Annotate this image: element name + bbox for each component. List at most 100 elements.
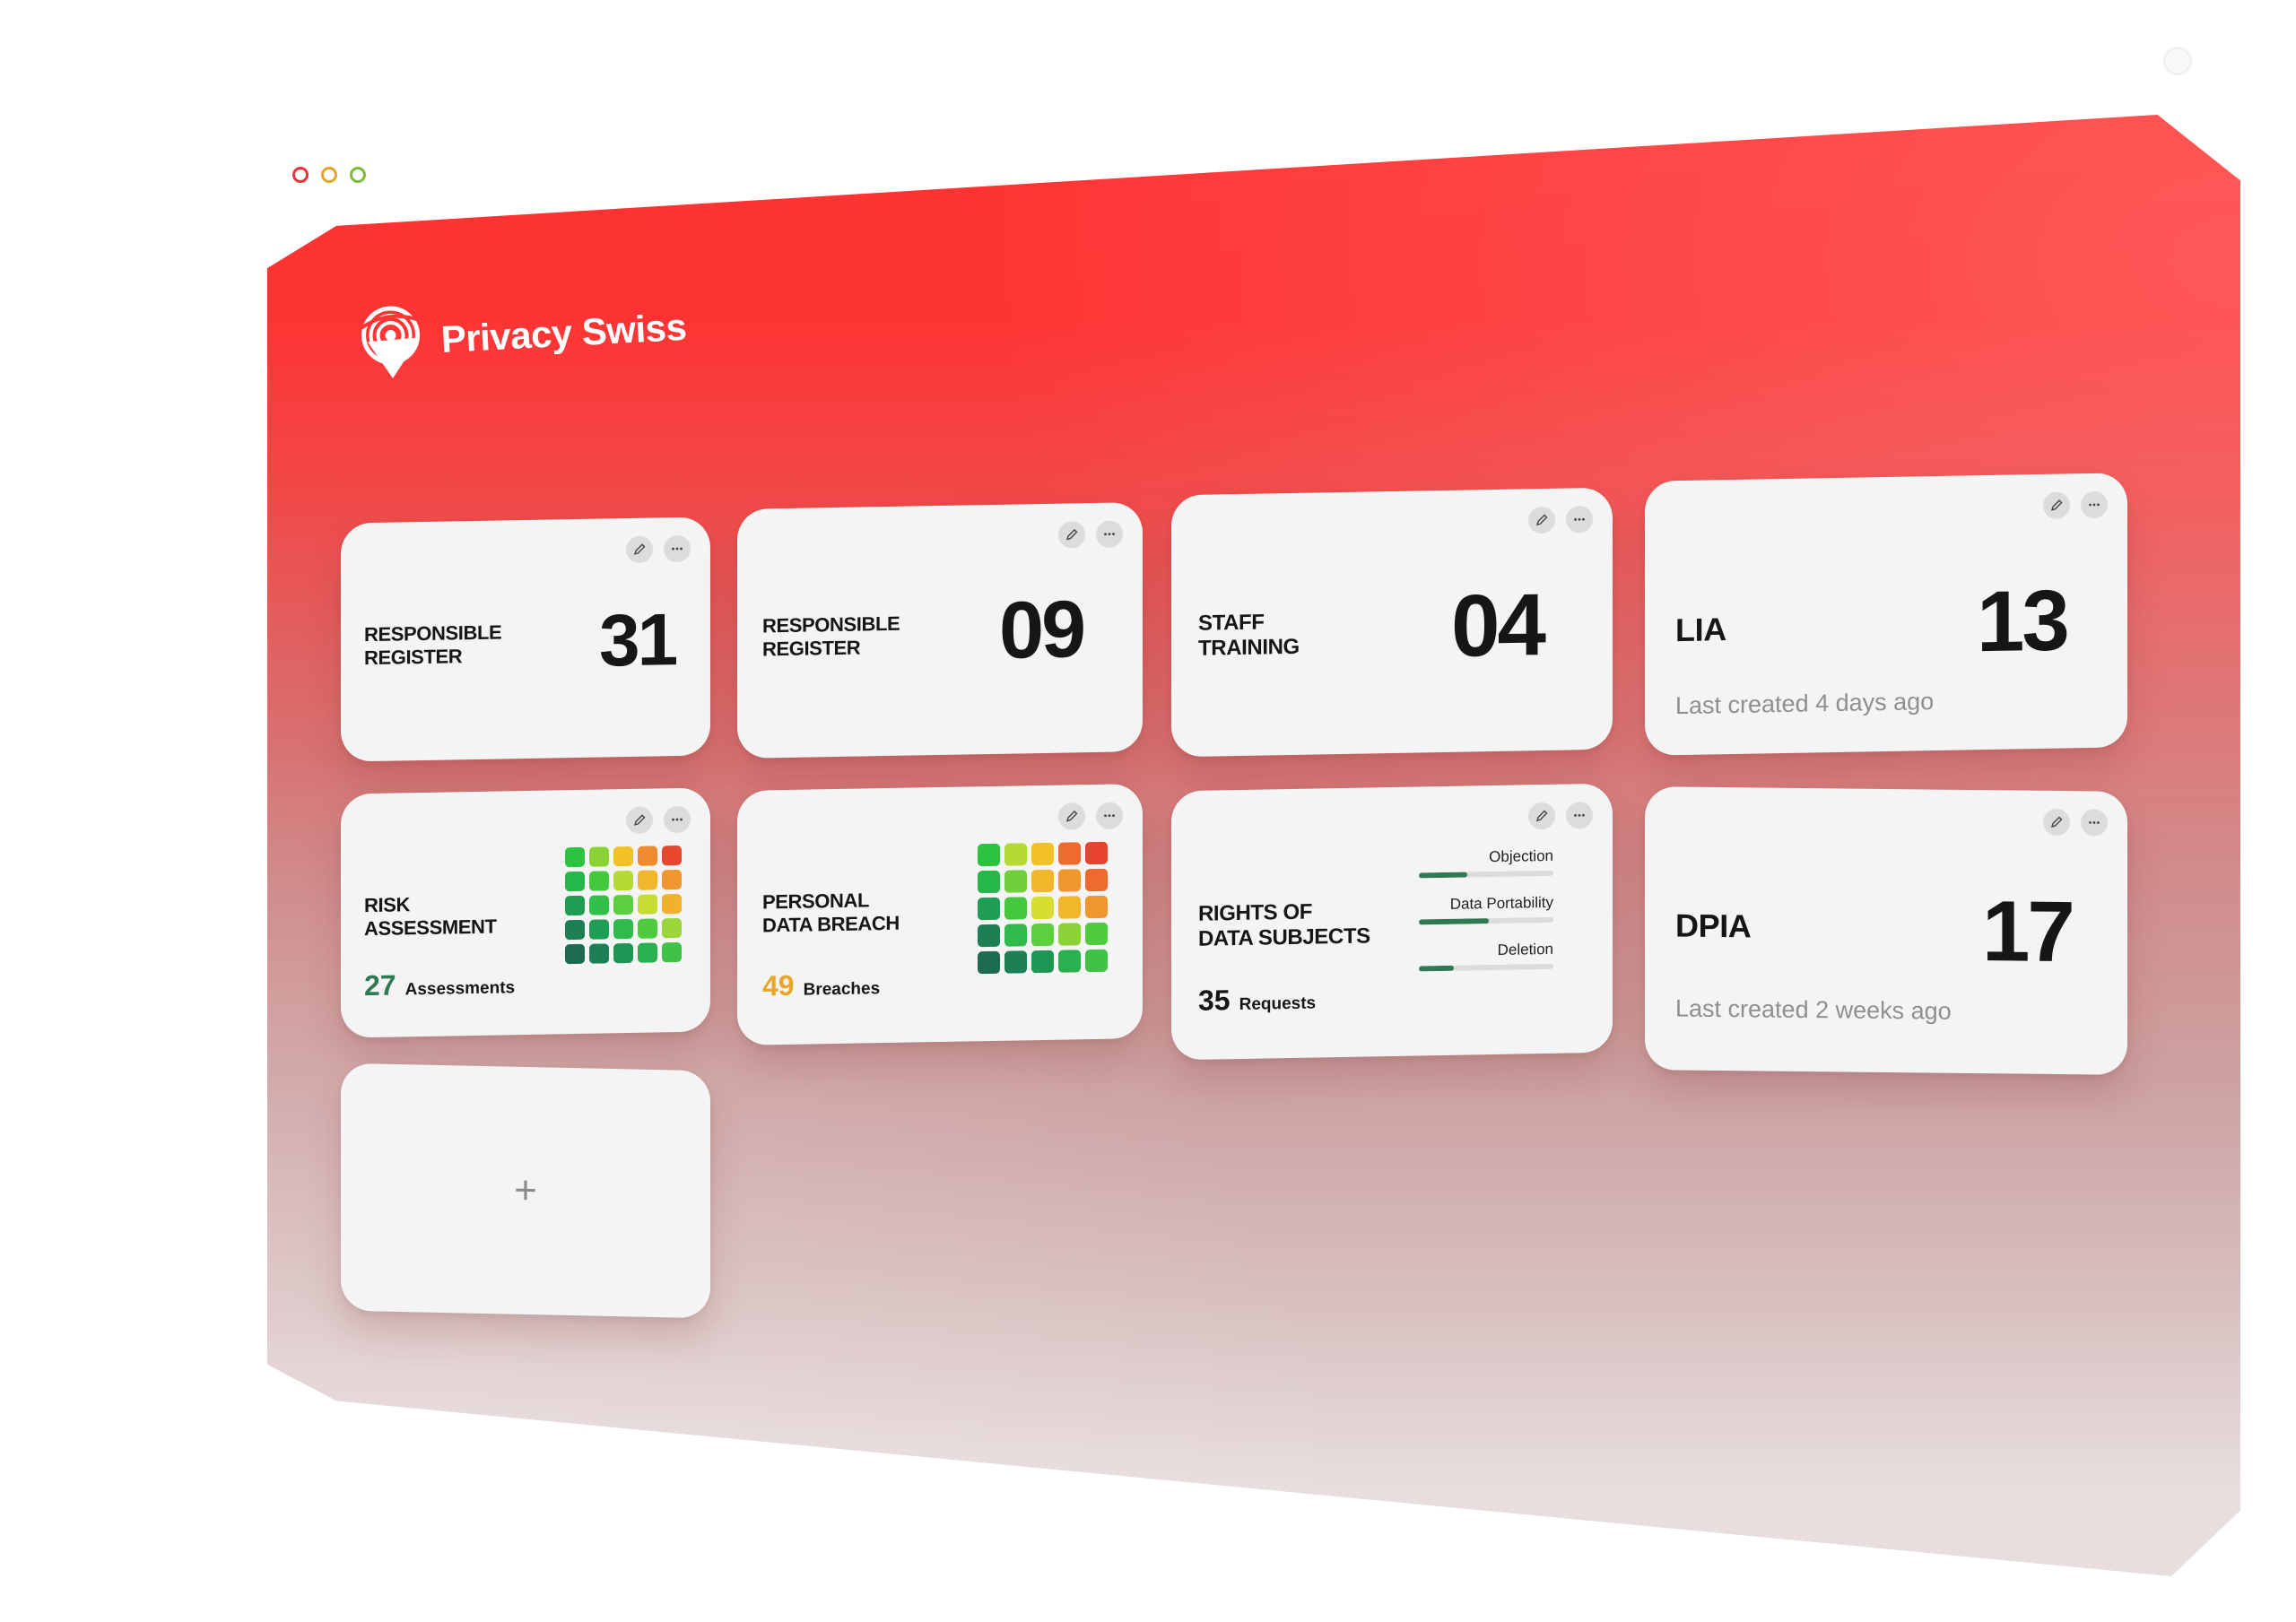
heatmap-cell (638, 918, 657, 939)
heatmap-cell (613, 846, 633, 867)
heatmap-cell (978, 843, 1000, 867)
heatmap-cell (565, 846, 585, 868)
corner-circle-icon (2163, 47, 2192, 75)
bar-fill (1419, 965, 1454, 972)
heatmap-cell (1085, 949, 1108, 973)
card-value: 13 (1977, 572, 2067, 671)
card-value: 31 (599, 599, 676, 682)
heatmap-cell (662, 893, 682, 915)
heatmap-cell (589, 943, 609, 964)
bar-label: Objection (1489, 846, 1553, 866)
card-title: PERSONAL DATA BREACH (762, 889, 900, 937)
card-rights-of-data-subjects[interactable]: RIGHTS OF DATA SUBJECTS 35 Requests Obje… (1171, 783, 1613, 1061)
plus-icon: + (514, 1167, 537, 1213)
pencil-icon[interactable] (1058, 521, 1085, 549)
pencil-icon[interactable] (1528, 506, 1555, 534)
heatmap-cell (1031, 842, 1054, 866)
heatmap-cell (1004, 897, 1027, 920)
card-lia[interactable]: LIA 13 Last created 4 days ago (1645, 473, 2127, 756)
card-responsible-register-2[interactable]: RESPONSIBLE REGISTER 09 (737, 502, 1143, 759)
pencil-icon[interactable] (2043, 491, 2070, 519)
heatmap-cell (978, 897, 1000, 921)
heatmap-cell (589, 919, 609, 940)
card-count: 49 Breaches (762, 967, 880, 1002)
heatmap-cell (1058, 896, 1081, 919)
brand-logo[interactable]: Privacy Swiss (354, 284, 688, 387)
add-card-button[interactable]: + (341, 1063, 710, 1319)
heatmap-cell (589, 895, 609, 915)
bar-fill (1419, 872, 1467, 879)
bar-track (1419, 963, 1553, 972)
heatmap-cell (1004, 950, 1027, 974)
heatmap-cell (638, 870, 657, 890)
heatmap-cell (1031, 923, 1054, 947)
card-value: 17 (1982, 883, 2073, 981)
heatmap-cell (613, 918, 633, 940)
heatmap-cell (589, 871, 609, 891)
count-number: 35 (1198, 984, 1231, 1017)
more-dots-icon[interactable] (1566, 802, 1593, 829)
card-subtitle: Last created 2 weeks ago (1675, 994, 1952, 1025)
card-title: RESPONSIBLE REGISTER (364, 620, 502, 670)
card-title: LIA (1675, 611, 1726, 649)
heatmap-cell (662, 941, 682, 963)
request-type-bars: Objection Data Portability Deletion (1419, 847, 1553, 990)
card-dpia[interactable]: DPIA 17 Last created 2 weeks ago (1645, 786, 2127, 1075)
heatmap-cell (1085, 922, 1108, 946)
count-number: 27 (364, 968, 396, 1002)
card-staff-training[interactable]: STAFF TRAINING 04 (1171, 487, 1613, 758)
bar-fill (1419, 918, 1489, 925)
heatmap-cell (1058, 842, 1081, 865)
heatmap-cell (978, 870, 1000, 894)
heatmap-cell (638, 846, 657, 866)
heatmap-cell (565, 943, 585, 965)
more-dots-icon[interactable] (2081, 809, 2108, 837)
dashboard-window: Privacy Swiss RESPONSIBLE REGISTER 31 RE… (267, 115, 2240, 1576)
more-dots-icon[interactable] (1096, 802, 1123, 829)
heatmap-cell (1085, 895, 1108, 919)
brand-name: Privacy Swiss (439, 305, 688, 361)
card-subtitle: Last created 4 days ago (1675, 688, 1935, 720)
count-label: Requests (1239, 993, 1317, 1014)
card-title: RISK ASSESSMENT (364, 893, 497, 941)
bar-deletion: Deletion (1419, 941, 1553, 972)
heatmap-cell (1058, 923, 1081, 946)
heatmap-cell (1085, 841, 1108, 865)
bar-data-portability: Data Portability (1419, 894, 1553, 925)
bar-track (1419, 870, 1553, 879)
card-title: DPIA (1675, 906, 1752, 945)
pencil-icon[interactable] (626, 535, 653, 564)
bar-label: Data Portability (1449, 893, 1553, 913)
pencil-icon[interactable] (1058, 802, 1085, 830)
heatmap-cell (613, 870, 633, 891)
heatmap-cell (613, 942, 633, 964)
heatmap-cell (565, 895, 585, 916)
heatmap-cell (1031, 950, 1054, 974)
card-count: 27 Assessments (364, 967, 515, 1002)
heatmap-cell (589, 846, 609, 867)
heatmap-cell (662, 845, 682, 866)
heatmap-cell (638, 894, 657, 915)
heatmap-cell (1058, 950, 1081, 973)
card-personal-data-breach[interactable]: PERSONAL DATA BREACH 49 Breaches (737, 784, 1143, 1045)
card-risk-assessment[interactable]: RISK ASSESSMENT 27 Assessments (341, 787, 710, 1038)
more-dots-icon[interactable] (1566, 506, 1593, 533)
heatmap-cell (1031, 896, 1054, 920)
breach-heatmap (978, 841, 1108, 975)
heatmap-cell (662, 917, 682, 939)
heatmap-cell (978, 924, 1000, 948)
heatmap-cell (565, 919, 585, 941)
pencil-icon[interactable] (626, 806, 653, 835)
card-responsible-register-1[interactable]: RESPONSIBLE REGISTER 31 (341, 516, 710, 762)
more-dots-icon[interactable] (1096, 520, 1123, 548)
more-dots-icon[interactable] (664, 534, 691, 563)
pencil-icon[interactable] (1528, 802, 1555, 830)
pencil-icon[interactable] (2043, 808, 2070, 837)
more-dots-icon[interactable] (2081, 490, 2108, 519)
count-label: Breaches (803, 979, 881, 1000)
heatmap-cell (613, 894, 633, 915)
heatmap-cell (978, 950, 1000, 975)
fingerprint-shield-icon (360, 306, 423, 378)
more-dots-icon[interactable] (664, 805, 691, 834)
card-value: 04 (1451, 575, 1544, 675)
